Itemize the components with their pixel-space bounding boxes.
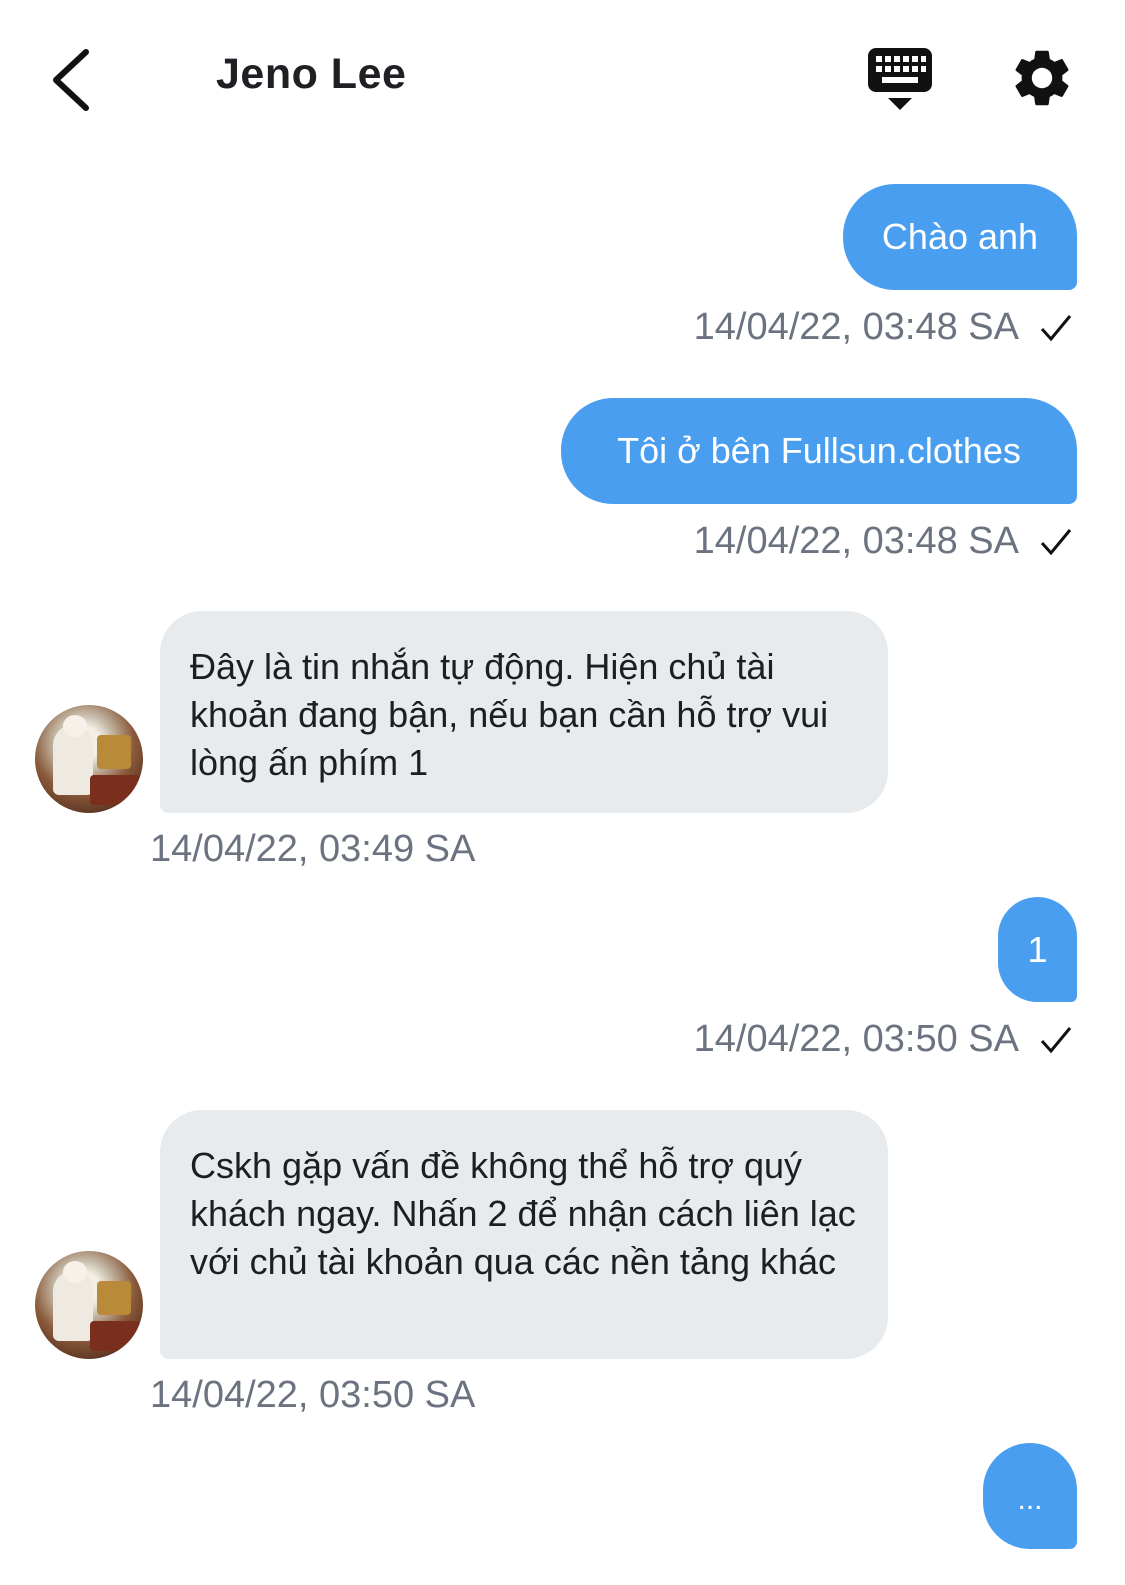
keyboard-button[interactable]: [866, 46, 934, 112]
settings-button[interactable]: [1008, 44, 1076, 112]
message-timestamp: 14/04/22, 03:48 SA: [694, 306, 1073, 349]
keyboard-icon: [868, 48, 932, 110]
back-button[interactable]: [40, 40, 100, 120]
message-text: Cskh gặp vấn đề không thể hỗ trợ quý khá…: [190, 1145, 856, 1282]
message-text: Tôi ở bên Fullsun.clothes: [617, 430, 1021, 471]
checkmark-icon: [1040, 528, 1072, 555]
outgoing-message[interactable]: Tôi ở bên Fullsun.clothes: [561, 398, 1077, 504]
message-timestamp: 14/04/22, 03:50 SA: [694, 1018, 1073, 1061]
message-timestamp: 14/04/22, 03:49 SA: [150, 828, 475, 871]
outgoing-message[interactable]: Chào anh: [843, 184, 1077, 290]
timestamp-text: 14/04/22, 03:48 SA: [693, 306, 1019, 348]
contact-name[interactable]: Jeno Lee: [216, 50, 406, 99]
message-timestamp: 14/04/22, 03:48 SA: [694, 520, 1073, 563]
checkmark-icon: [1040, 314, 1072, 341]
timestamp-text: 14/04/22, 03:50 SA: [693, 1018, 1019, 1060]
outgoing-message[interactable]: 1: [998, 897, 1077, 1002]
incoming-message[interactable]: Đây là tin nhắn tự động. Hiện chủ tài kh…: [160, 611, 888, 813]
gear-icon: [1015, 50, 1069, 106]
typing-indicator: ...: [983, 1443, 1077, 1549]
timestamp-text: 14/04/22, 03:48 SA: [693, 520, 1019, 562]
chevron-left-icon: [53, 49, 89, 111]
timestamp-text: 14/04/22, 03:49 SA: [150, 828, 476, 870]
incoming-message[interactable]: Cskh gặp vấn đề không thể hỗ trợ quý khá…: [160, 1110, 888, 1359]
timestamp-text: 14/04/22, 03:50 SA: [150, 1374, 476, 1416]
contact-avatar[interactable]: [35, 1251, 143, 1359]
typing-dots: ...: [1017, 1483, 1043, 1516]
message-timestamp: 14/04/22, 03:50 SA: [150, 1374, 475, 1417]
message-text: Đây là tin nhắn tự động. Hiện chủ tài kh…: [190, 646, 829, 783]
message-text: 1: [1027, 928, 1048, 970]
chat-header: Jeno Lee: [0, 0, 1125, 150]
checkmark-icon: [1040, 1026, 1072, 1053]
message-text: Chào anh: [881, 216, 1039, 257]
contact-avatar[interactable]: [35, 705, 143, 813]
